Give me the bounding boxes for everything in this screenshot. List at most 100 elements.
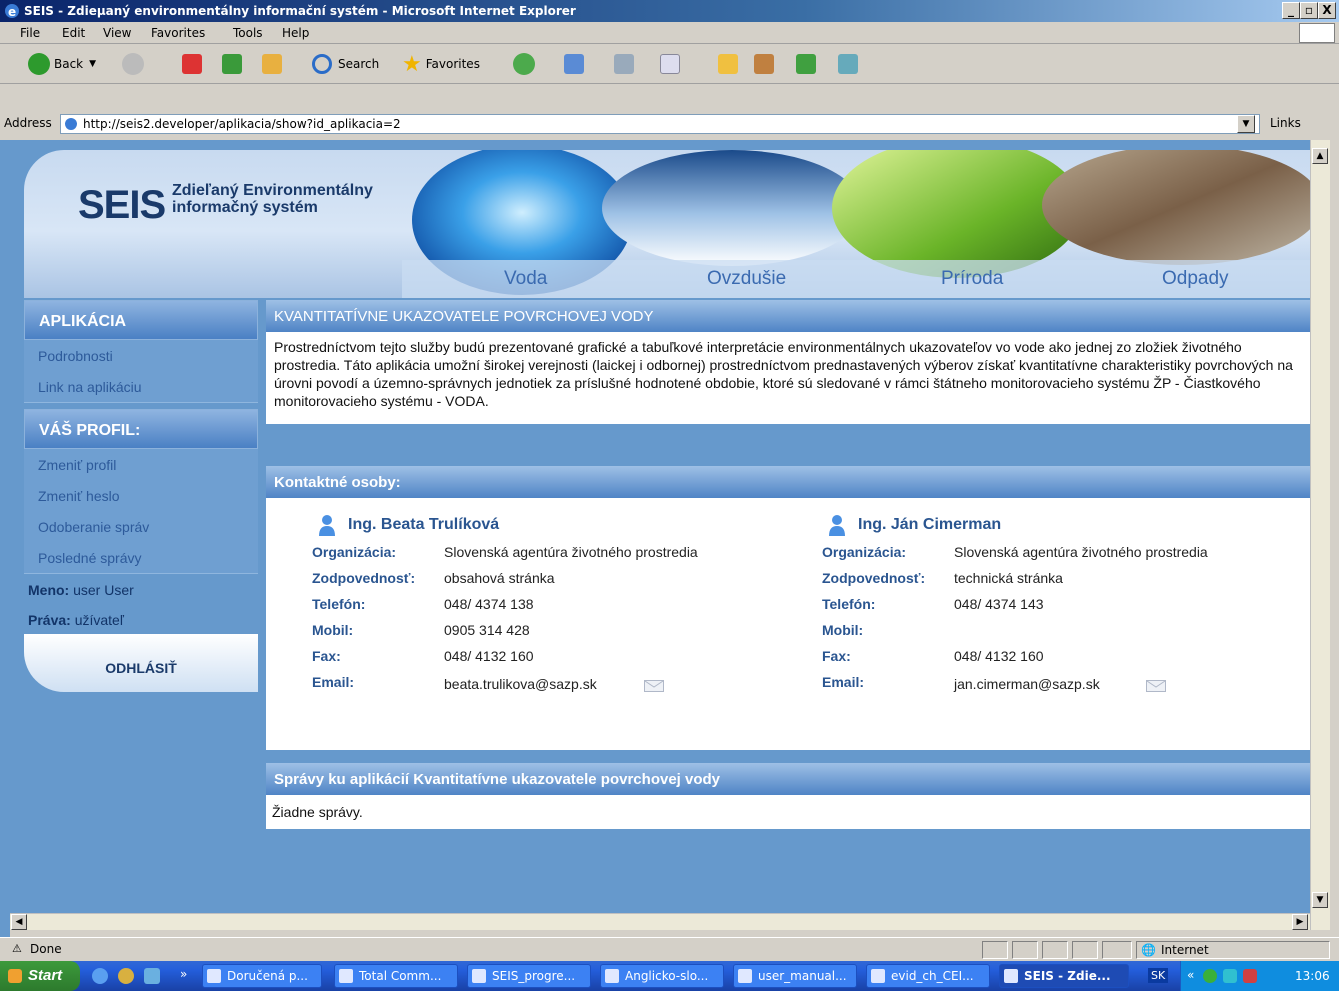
task-button[interactable]: SEIS_progre...: [467, 964, 591, 988]
windows-taskbar: Start » Doručená p... Total Comm... SEIS…: [0, 961, 1339, 991]
category-odpady[interactable]: Odpady: [1162, 268, 1229, 290]
sidebar-divider: [24, 402, 258, 403]
menu-view[interactable]: View: [103, 26, 131, 40]
category-priroda[interactable]: Príroda: [941, 268, 1003, 290]
flower-icon: [796, 54, 816, 74]
favorites-button[interactable]: ★ Favorites: [402, 52, 480, 77]
resp-value: obsahová stránka: [444, 570, 555, 586]
vertical-scrollbar[interactable]: ▲ ▼: [1310, 140, 1330, 930]
ie-icon: e: [5, 4, 19, 19]
task-button[interactable]: user_manual...: [733, 964, 857, 988]
sidebar-link-odoberanie[interactable]: Odoberanie správ: [24, 511, 258, 542]
svg-text:e: e: [8, 5, 16, 19]
menu-help[interactable]: Help: [282, 26, 309, 40]
people-icon: [838, 54, 858, 74]
page-left-edge: [0, 140, 10, 937]
category-ovzdusie[interactable]: Ovzdušie: [707, 268, 786, 290]
forward-arrow-icon: [122, 53, 144, 75]
messenger-button[interactable]: [796, 52, 816, 76]
maximize-button[interactable]: ▫: [1300, 2, 1318, 19]
category-voda[interactable]: Voda: [504, 268, 547, 290]
mail-icon: [564, 54, 584, 74]
search-button[interactable]: Search: [312, 52, 379, 76]
messages-empty: Žiadne správy.: [272, 804, 363, 820]
mail-button[interactable]: [564, 52, 584, 76]
sidebar-link-posledne[interactable]: Posledné správy: [24, 542, 258, 573]
folder-button[interactable]: [718, 52, 738, 76]
stop-button[interactable]: [182, 52, 202, 76]
mobile-label: Mobil:: [822, 622, 864, 638]
tray-app-icon[interactable]: [1243, 969, 1257, 983]
messages-header: Správy ku aplikácií Kvantitatívne ukazov…: [266, 763, 1310, 795]
site-logo[interactable]: SEIS: [78, 183, 166, 228]
tray-chevron-icon[interactable]: «: [1187, 968, 1194, 982]
menu-favorites[interactable]: Favorites: [151, 26, 205, 40]
address-bar: Address http://seis2.developer/aplikacia…: [0, 112, 1339, 136]
scroll-down-button[interactable]: ▼: [1312, 892, 1328, 908]
menu-tools[interactable]: Tools: [233, 26, 263, 40]
books-icon: [754, 54, 774, 74]
quicklaunch-outlook-icon[interactable]: [118, 968, 134, 984]
scroll-left-button[interactable]: ◀: [11, 914, 27, 930]
logout-button[interactable]: ODHLÁSIŤ: [24, 634, 258, 692]
org-label: Organizácia:: [312, 544, 397, 560]
status-segment: [1012, 941, 1038, 959]
address-input[interactable]: http://seis2.developer/aplikacia/show?id…: [60, 114, 1260, 134]
quicklaunch-ie-icon[interactable]: [92, 968, 108, 984]
edit-button[interactable]: [660, 52, 680, 76]
sidebar-link-aplikacia[interactable]: Link na aplikáciu: [24, 371, 258, 402]
page-done-icon: ⚠: [12, 942, 22, 955]
scroll-up-button[interactable]: ▲: [1312, 148, 1328, 164]
contact-card: Ing. Ján Cimerman Organizácia: Slovenská…: [822, 515, 1292, 716]
tray-app-icon[interactable]: [1223, 969, 1237, 983]
forward-button[interactable]: [122, 52, 144, 76]
outlook-icon: [207, 969, 221, 983]
sidebar-link-podrobnosti[interactable]: Podrobnosti: [24, 340, 258, 371]
task-button[interactable]: Anglicko-slo...: [600, 964, 724, 988]
messages-panel: Správy ku aplikácií Kvantitatívne ukazov…: [266, 763, 1310, 829]
email-value[interactable]: beata.trulikova@sazp.sk: [444, 676, 597, 692]
zone-label: Internet: [1161, 943, 1209, 957]
mobile-value: 0905 314 428: [444, 622, 530, 638]
clock[interactable]: 13:06: [1295, 969, 1330, 983]
start-button[interactable]: Start: [0, 961, 80, 991]
task-button[interactable]: Total Comm...: [334, 964, 458, 988]
quicklaunch-explorer-icon[interactable]: [144, 968, 160, 984]
horizontal-scrollbar[interactable]: ◀ ▶: [10, 913, 1310, 930]
address-dropdown-button[interactable]: ▼: [1237, 115, 1255, 133]
minimize-button[interactable]: _: [1282, 2, 1300, 19]
language-indicator[interactable]: SK: [1148, 968, 1169, 983]
task-button-active[interactable]: SEIS - Zdie...: [999, 964, 1129, 988]
history-button[interactable]: [513, 52, 535, 76]
print-button[interactable]: [614, 52, 634, 76]
home-button[interactable]: [262, 52, 282, 76]
research-button[interactable]: [754, 52, 774, 76]
refresh-button[interactable]: [222, 52, 242, 76]
search-icon: [312, 54, 332, 74]
back-button[interactable]: Back ▼: [28, 52, 96, 76]
sidebar-link-zmenit-profil[interactable]: Zmeniť profil: [24, 449, 258, 480]
quicklaunch-chevron-icon[interactable]: »: [180, 967, 187, 981]
prava-value: užívateľ: [70, 612, 124, 628]
scroll-right-button[interactable]: ▶: [1292, 914, 1308, 930]
links-button[interactable]: Links: [1270, 116, 1301, 130]
email-value[interactable]: jan.cimerman@sazp.sk: [954, 676, 1100, 692]
contacts-panel: Kontaktné osoby: Ing. Beata Trulíková Or…: [266, 466, 1310, 750]
task-label: Total Comm...: [359, 969, 442, 983]
window-title-bar: e SEIS - Zdieµaný environmentálny inform…: [0, 0, 1339, 22]
meno-value: user User: [69, 582, 134, 598]
envelope-icon[interactable]: [644, 680, 664, 692]
tray-app-icon[interactable]: [1203, 969, 1217, 983]
close-button[interactable]: X: [1318, 2, 1336, 19]
stop-icon: [182, 54, 202, 74]
sidebar-link-zmenit-heslo[interactable]: Zmeniť heslo: [24, 480, 258, 511]
task-button[interactable]: Doručená p...: [202, 964, 322, 988]
task-button[interactable]: evid_ch_CEI...: [866, 964, 990, 988]
menu-edit[interactable]: Edit: [62, 26, 85, 40]
address-label: Address: [4, 116, 52, 130]
envelope-icon[interactable]: [1146, 680, 1166, 692]
menu-file[interactable]: File: [20, 26, 40, 40]
contacts-button[interactable]: [838, 52, 858, 76]
mobile-label: Mobil:: [312, 622, 354, 638]
fax-value: 048/ 4132 160: [444, 648, 534, 664]
